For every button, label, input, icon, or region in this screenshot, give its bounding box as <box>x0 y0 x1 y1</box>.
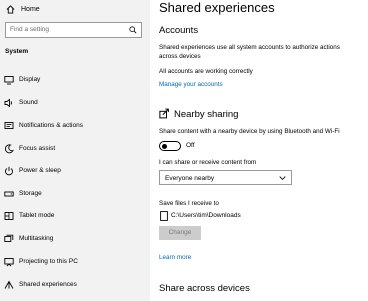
sidebar-item-storage[interactable]: Storage <box>0 187 150 201</box>
sidebar-item-label: Shared experiences <box>19 281 77 288</box>
learn-more-link[interactable]: Learn more <box>159 254 191 263</box>
sidebar-item-display[interactable]: Display <box>0 73 150 87</box>
main-content: Shared experiences Accounts Shared exper… <box>159 0 368 301</box>
accounts-status: All accounts are working correctly <box>159 68 253 75</box>
toggle-knob <box>162 143 167 149</box>
sidebar-item-sound[interactable]: Sound <box>0 96 150 110</box>
accounts-description-line1: Shared experiences use all system accoun… <box>159 44 340 51</box>
sidebar-item-notifications[interactable]: Notifications & actions <box>0 119 150 133</box>
focus-assist-icon <box>4 144 14 154</box>
share-from-label: I can share or receive content from <box>159 159 257 166</box>
sidebar-item-label: Notifications & actions <box>19 122 83 129</box>
save-files-label: Save files I receive to <box>159 200 219 207</box>
notifications-icon <box>4 122 14 129</box>
sidebar-item-shared-experiences[interactable]: Shared experiences <box>0 278 150 292</box>
nearby-sharing-icon <box>159 108 169 119</box>
power-icon <box>5 166 13 176</box>
nearby-sharing-heading: Nearby sharing <box>174 109 239 120</box>
sidebar-item-multitasking[interactable]: Multitasking <box>0 232 150 246</box>
accounts-heading: Accounts <box>159 25 199 36</box>
toggle-state-label: Off <box>186 142 195 149</box>
home-label: Home <box>21 5 40 13</box>
home-icon <box>6 4 15 14</box>
sidebar-item-label: Storage <box>19 190 42 197</box>
search-input[interactable]: Find a setting <box>5 22 142 38</box>
storage-icon <box>4 191 14 197</box>
sidebar-item-label: Multitasking <box>19 235 54 242</box>
search-icon[interactable] <box>129 26 137 34</box>
search-placeholder: Find a setting <box>10 26 50 33</box>
share-from-dropdown[interactable]: Everyone nearby <box>159 170 292 185</box>
change-button[interactable]: Change <box>159 226 201 240</box>
tablet-mode-icon <box>4 212 14 220</box>
home-nav-item[interactable]: Home <box>6 2 40 16</box>
share-from-value: Everyone nearby <box>165 174 215 182</box>
chevron-down-icon <box>279 176 286 180</box>
share-across-devices-heading: Share across devices <box>159 283 250 294</box>
sidebar: Home Find a setting System Display Sound… <box>0 0 150 301</box>
save-path: C:\Users\tim\Downloads <box>171 212 241 219</box>
sound-icon <box>4 98 12 108</box>
nearby-sharing-toggle[interactable] <box>159 141 181 151</box>
sidebar-item-projecting[interactable]: Projecting to this PC <box>0 255 150 269</box>
sidebar-item-focus-assist[interactable]: Focus assist <box>0 142 150 156</box>
accounts-description-line2: across devices <box>159 53 201 60</box>
sidebar-item-power-sleep[interactable]: Power & sleep <box>0 164 150 178</box>
page-title: Shared experiences <box>159 0 275 15</box>
sidebar-item-label: Focus assist <box>19 145 56 152</box>
sidebar-item-label: Tablet mode <box>19 212 55 219</box>
display-icon <box>4 76 14 85</box>
section-title-system: System <box>5 48 29 55</box>
sidebar-item-label: Power & sleep <box>19 167 61 174</box>
manage-accounts-link[interactable]: Manage your accounts <box>159 81 223 90</box>
nearby-sharing-description: Share content with a nearby device by us… <box>159 128 340 135</box>
sidebar-item-label: Sound <box>19 99 38 106</box>
sidebar-item-tablet-mode[interactable]: Tablet mode <box>0 209 150 223</box>
shared-experiences-icon <box>4 280 14 289</box>
projecting-icon <box>4 258 14 267</box>
sidebar-item-label: Projecting to this PC <box>19 258 78 265</box>
sidebar-item-label: Display <box>19 76 41 83</box>
document-icon <box>160 211 168 221</box>
multitasking-icon <box>4 234 14 242</box>
change-button-label: Change <box>168 229 192 236</box>
